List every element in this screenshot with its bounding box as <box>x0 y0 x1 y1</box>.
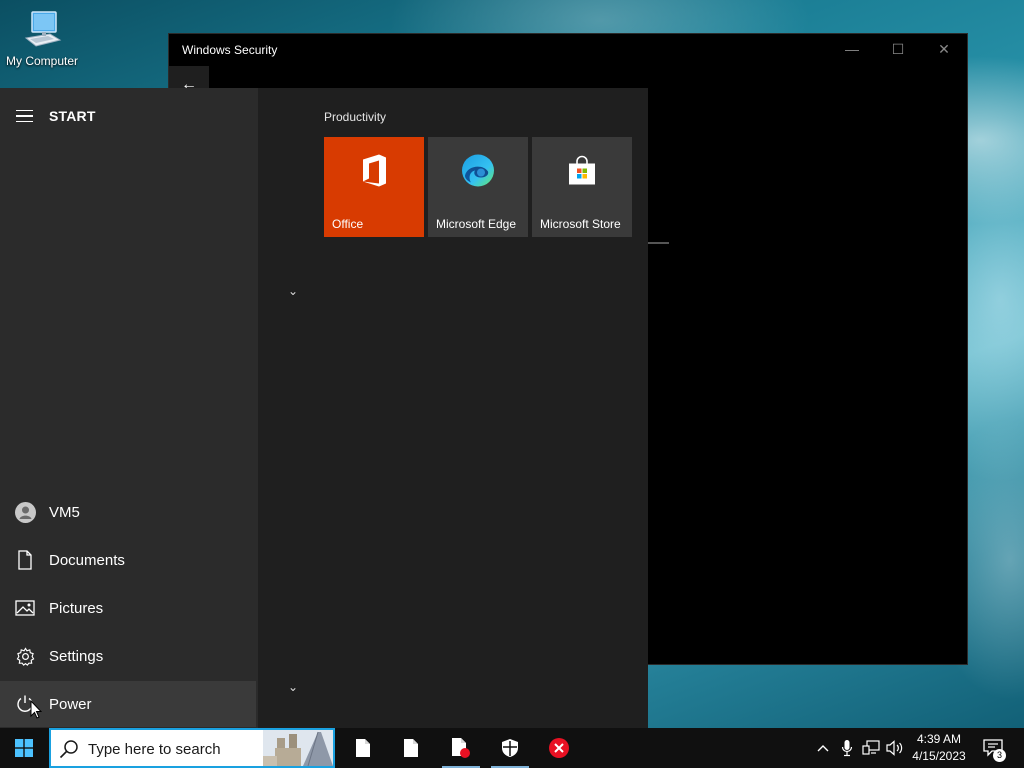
tile-office[interactable]: Office <box>324 137 424 237</box>
hamburger-menu-icon[interactable] <box>16 109 33 123</box>
user-avatar-icon <box>14 501 36 523</box>
window-controls: — ☐ ✕ <box>829 34 967 64</box>
minimize-button[interactable]: — <box>829 34 875 64</box>
clock-time: 4:39 AM <box>916 732 962 746</box>
edge-icon <box>461 154 495 193</box>
close-button[interactable]: ✕ <box>921 34 967 64</box>
tray-network[interactable] <box>860 728 882 768</box>
network-icon <box>862 740 880 755</box>
file-icon <box>404 739 418 757</box>
tile-group-label[interactable]: Productivity <box>324 110 386 124</box>
speaker-icon <box>886 740 903 756</box>
notification-count-badge: 3 <box>993 749 1006 762</box>
taskbar-app-file-1[interactable] <box>340 728 386 768</box>
taskbar-search-box[interactable]: Type here to search <box>49 728 335 768</box>
tile-label: Office <box>332 217 364 231</box>
start-item-label: Documents <box>49 551 125 569</box>
start-item-label: Pictures <box>49 599 104 617</box>
desktop-icon-label: My Computer <box>5 54 79 68</box>
search-highlight-image <box>263 730 333 766</box>
file-icon <box>356 739 370 757</box>
desktop-icon-my-computer[interactable]: My Computer <box>2 8 82 68</box>
start-button[interactable] <box>0 728 48 768</box>
office-icon <box>359 154 389 193</box>
clock-date: 4/15/2023 <box>912 749 966 763</box>
start-item-label: Power <box>49 695 92 713</box>
store-icon <box>566 155 598 192</box>
microphone-icon <box>841 740 853 757</box>
start-item-user[interactable]: VM5 <box>0 489 256 535</box>
start-menu-tiles-pane: Productivity Office Microsoft Edge Micro… <box>258 88 648 728</box>
taskbar-app-file-recording[interactable] <box>438 728 484 768</box>
taskbar-app-error[interactable] <box>536 728 582 768</box>
action-center-button[interactable] <box>978 728 1008 768</box>
windows-logo-icon <box>15 739 33 757</box>
tray-overflow-button[interactable] <box>812 728 834 768</box>
document-icon <box>14 549 36 571</box>
pictures-icon <box>14 597 36 619</box>
chevron-up-icon <box>817 745 829 752</box>
start-item-settings[interactable]: Settings <box>0 633 256 679</box>
tile-label: Microsoft Store <box>540 217 621 231</box>
taskbar-app-windows-security[interactable] <box>487 728 533 768</box>
file-recording-icon <box>452 738 470 758</box>
error-close-icon <box>549 738 569 758</box>
loading-indicator <box>647 242 669 244</box>
start-item-label: VM5 <box>49 503 80 521</box>
start-menu-left-pane: START VM5 Documents Pictures Settings Po… <box>0 88 258 728</box>
tray-volume[interactable] <box>884 728 906 768</box>
expand-chevron-down-icon[interactable]: ⌄ <box>288 680 298 694</box>
taskbar: Type here to search 4:39 AM 4/15/2023 3 <box>0 728 1024 768</box>
expand-group-chevron-icon[interactable]: ⌄ <box>288 284 298 298</box>
taskbar-clock[interactable]: 4:39 AM 4/15/2023 <box>908 731 970 765</box>
mouse-cursor-icon <box>30 700 42 719</box>
maximize-button[interactable]: ☐ <box>875 34 921 64</box>
start-item-documents[interactable]: Documents <box>0 537 256 583</box>
tile-microsoft-edge[interactable]: Microsoft Edge <box>428 137 528 237</box>
shield-icon <box>502 739 518 757</box>
search-icon <box>59 740 78 759</box>
gear-icon <box>14 645 36 667</box>
tray-microphone[interactable] <box>836 728 858 768</box>
tile-label: Microsoft Edge <box>436 217 517 231</box>
start-item-pictures[interactable]: Pictures <box>0 585 256 631</box>
tile-microsoft-store[interactable]: Microsoft Store <box>532 137 632 237</box>
taskbar-app-file-2[interactable] <box>388 728 434 768</box>
start-header[interactable]: START <box>16 108 96 124</box>
computer-icon <box>24 11 62 47</box>
window-title: Windows Security <box>182 43 278 57</box>
start-item-label: Settings <box>49 647 104 665</box>
search-placeholder: Type here to search <box>88 741 221 758</box>
start-title: START <box>49 108 96 124</box>
